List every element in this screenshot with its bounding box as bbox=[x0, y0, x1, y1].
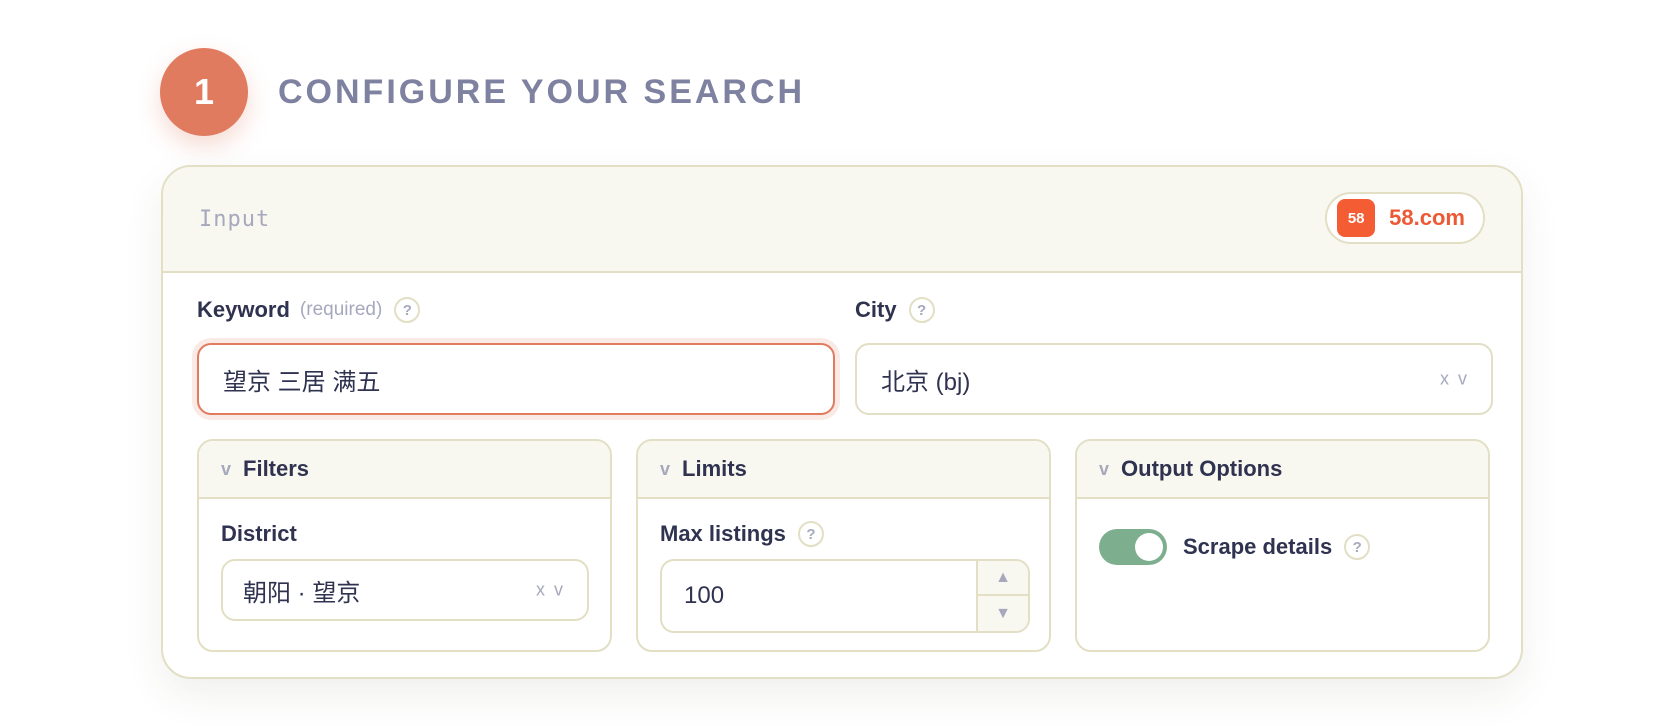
increment-arrow-icon[interactable]: ▲ bbox=[978, 561, 1028, 596]
district-select[interactable]: 朝阳 · 望京 x v bbox=[221, 559, 589, 621]
decrement-arrow-icon[interactable]: ▼ bbox=[978, 596, 1028, 631]
step-title: CONFIGURE YOUR SEARCH bbox=[278, 72, 806, 111]
input-card: Input 58 58.com Keyword (required) ? 望京 … bbox=[161, 165, 1523, 679]
city-select[interactable]: 北京 (bj) x v bbox=[855, 343, 1493, 415]
city-clear-dropdown-icon[interactable]: x v bbox=[1440, 369, 1469, 390]
keyword-label-row: Keyword (required) ? bbox=[197, 297, 421, 323]
chevron-down-icon: v bbox=[1099, 458, 1110, 479]
max-listings-help-icon[interactable]: ? bbox=[797, 521, 824, 547]
step-header: 1 CONFIGURE YOUR SEARCH bbox=[160, 48, 805, 136]
max-listings-label-row: Max listings ? bbox=[660, 521, 824, 547]
keyword-label: Keyword bbox=[197, 297, 290, 322]
district-label: District bbox=[221, 521, 297, 546]
max-listings-label: Max listings bbox=[660, 521, 786, 546]
card-header-label: Input bbox=[199, 207, 271, 232]
limits-panel: v Limits Max listings ? 100 ▲ ▼ bbox=[636, 439, 1051, 652]
limits-panel-title: Limits bbox=[682, 456, 747, 481]
max-listings-value: 100 bbox=[684, 582, 725, 609]
stepper-buttons: ▲ ▼ bbox=[976, 561, 1028, 631]
scrape-details-row: Scrape details ? bbox=[1099, 529, 1371, 565]
output-options-panel-title: Output Options bbox=[1121, 456, 1283, 481]
city-help-icon[interactable]: ? bbox=[908, 297, 935, 323]
district-clear-dropdown-icon[interactable]: x v bbox=[536, 580, 565, 601]
filters-panel-title: Filters bbox=[243, 456, 310, 481]
district-select-value: 朝阳 · 望京 bbox=[243, 579, 361, 607]
max-listings-stepper[interactable]: 100 ▲ ▼ bbox=[660, 559, 1030, 633]
city-label: City bbox=[855, 297, 897, 322]
toggle-knob bbox=[1135, 533, 1163, 561]
output-options-panel: v Output Options Scrape details ? bbox=[1075, 439, 1490, 652]
scrape-details-toggle[interactable] bbox=[1099, 529, 1167, 565]
step-number-badge: 1 bbox=[160, 48, 248, 136]
source-name: 58.com bbox=[1389, 205, 1465, 230]
output-options-panel-header[interactable]: v Output Options bbox=[1077, 441, 1488, 499]
source-badge: 58 58.com bbox=[1325, 192, 1485, 244]
keyword-input[interactable]: 望京 三居 满五 bbox=[197, 343, 835, 415]
keyword-input-value: 望京 三居 满五 bbox=[223, 368, 381, 396]
city-label-row: City ? bbox=[855, 297, 935, 323]
card-header: Input 58 58.com bbox=[163, 167, 1521, 273]
keyword-help-icon[interactable]: ? bbox=[394, 297, 421, 323]
source-logo-icon: 58 bbox=[1337, 199, 1376, 237]
scrape-details-help-icon[interactable]: ? bbox=[1344, 534, 1371, 560]
limits-panel-header[interactable]: v Limits bbox=[638, 441, 1049, 499]
city-select-value: 北京 (bj) bbox=[881, 368, 971, 396]
chevron-down-icon: v bbox=[221, 458, 232, 479]
filters-panel: v Filters District 朝阳 · 望京 x v bbox=[197, 439, 612, 652]
scrape-details-label: Scrape details bbox=[1183, 534, 1333, 559]
chevron-down-icon: v bbox=[660, 458, 671, 479]
keyword-required-note: (required) bbox=[299, 299, 383, 320]
filters-panel-header[interactable]: v Filters bbox=[199, 441, 610, 499]
